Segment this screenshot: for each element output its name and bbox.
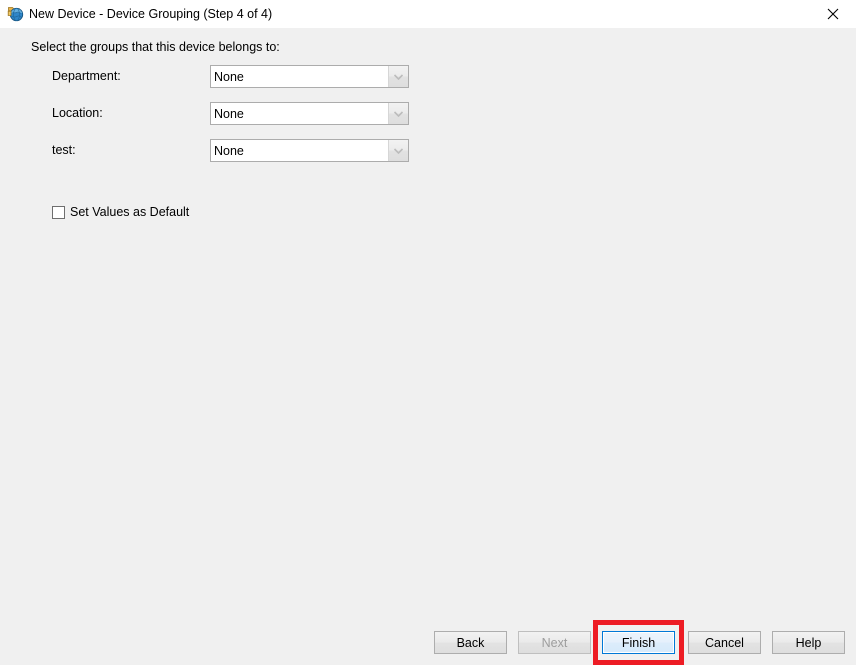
set-values-as-default-checkbox[interactable]: Set Values as Default bbox=[52, 204, 189, 220]
instruction-text: Select the groups that this device belon… bbox=[31, 40, 280, 54]
globe-device-icon bbox=[7, 5, 24, 22]
next-button: Next bbox=[518, 631, 591, 654]
label-location: Location: bbox=[52, 106, 103, 120]
checkbox-box-icon[interactable] bbox=[52, 205, 65, 219]
combobox-location[interactable]: None bbox=[210, 102, 409, 125]
chevron-down-icon[interactable] bbox=[388, 66, 408, 87]
chevron-down-icon[interactable] bbox=[388, 103, 408, 124]
finish-button[interactable]: Finish bbox=[602, 631, 675, 654]
combobox-test[interactable]: None bbox=[210, 139, 409, 162]
label-department: Department: bbox=[52, 69, 121, 83]
help-button[interactable]: Help bbox=[772, 631, 845, 654]
dialog-content: Select the groups that this device belon… bbox=[0, 28, 856, 665]
cancel-button[interactable]: Cancel bbox=[688, 631, 761, 654]
combobox-department-value: None bbox=[211, 66, 388, 87]
window-titlebar: New Device - Device Grouping (Step 4 of … bbox=[0, 0, 856, 28]
label-test: test: bbox=[52, 143, 76, 157]
close-icon bbox=[827, 8, 839, 20]
combobox-location-value: None bbox=[211, 103, 388, 124]
window-title: New Device - Device Grouping (Step 4 of … bbox=[29, 7, 273, 21]
back-button[interactable]: Back bbox=[434, 631, 507, 654]
combobox-department[interactable]: None bbox=[210, 65, 409, 88]
checkbox-label: Set Values as Default bbox=[70, 205, 190, 219]
close-button[interactable] bbox=[810, 0, 856, 28]
combobox-test-value: None bbox=[211, 140, 388, 161]
chevron-down-icon[interactable] bbox=[388, 140, 408, 161]
